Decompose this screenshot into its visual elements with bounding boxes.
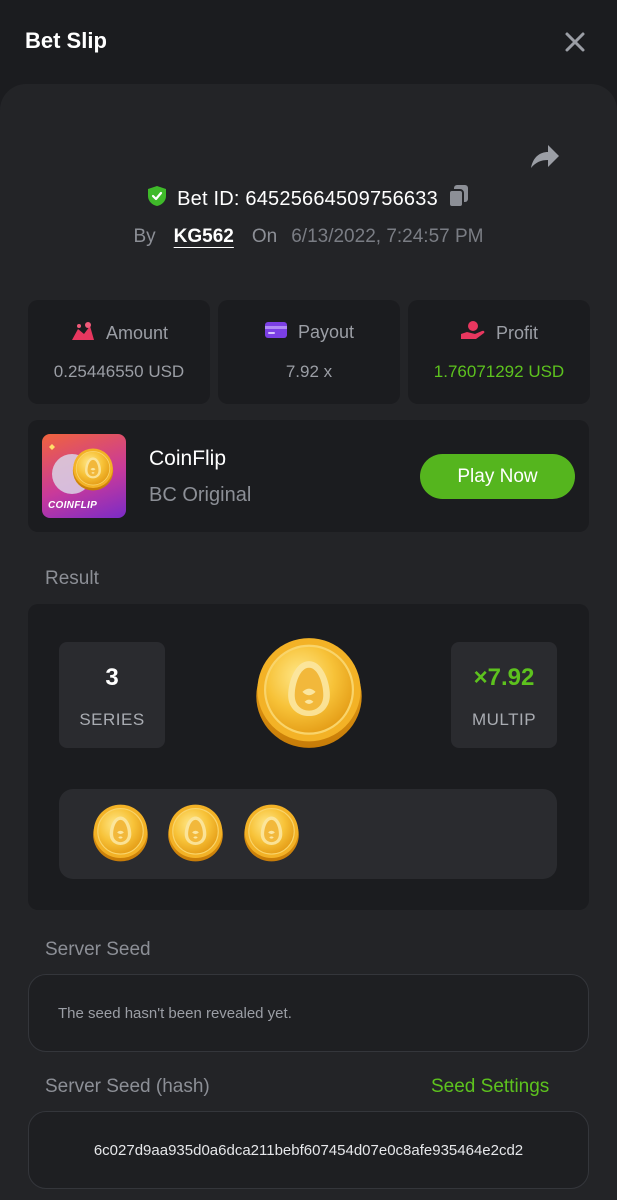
- user-link[interactable]: KG562: [174, 226, 234, 248]
- result-coin-icon: [254, 637, 364, 749]
- server-seed-field: The seed hasn't been revealed yet.: [28, 974, 589, 1052]
- bet-id-label: Bet ID: 64525664509756633: [177, 187, 438, 210]
- profit-value: 1.76071292 USD: [433, 362, 565, 381]
- profit-card: Profit 1.76071292 USD: [408, 300, 590, 404]
- shield-check-icon: [147, 185, 167, 213]
- history-coin-icon: [92, 804, 149, 862]
- page-title: Bet Slip: [25, 28, 107, 53]
- multiplier-value: ×7.92: [473, 664, 535, 691]
- payout-card-icon: [264, 320, 288, 345]
- bet-date: 6/13/2022, 7:24:57 PM: [291, 226, 484, 247]
- payout-card: Payout 7.92 x: [218, 300, 400, 404]
- game-card[interactable]: COINFLIP CoinFlip BC Original Play Now: [28, 420, 589, 532]
- copy-icon[interactable]: [447, 184, 470, 214]
- share-icon[interactable]: [527, 140, 561, 174]
- server-seed-hash-label: Server Seed (hash): [45, 1076, 210, 1097]
- bet-meta-row: By KG562 On 6/13/2022, 7:24:57 PM: [0, 222, 617, 252]
- result-label: Result: [45, 568, 99, 589]
- history-coin-icon: [167, 804, 224, 862]
- game-provider: BC Original: [149, 484, 252, 506]
- game-name: CoinFlip: [149, 447, 227, 470]
- multiplier-label: MULTIP: [471, 710, 537, 729]
- top-bar: Bet Slip: [0, 0, 617, 84]
- profit-label: Profit: [495, 323, 538, 343]
- payout-value: 7.92 x: [285, 362, 333, 381]
- payout-label: Payout: [297, 322, 355, 342]
- game-thumbnail-text: COINFLIP: [48, 500, 98, 511]
- amount-label: Amount: [105, 323, 169, 343]
- flip-history: [59, 789, 557, 879]
- series-label: SERIES: [79, 710, 145, 729]
- amount-card: Amount 0.25446550 USD: [28, 300, 210, 404]
- seed-settings-link[interactable]: Seed Settings: [431, 1076, 549, 1098]
- history-coin-icon: [243, 804, 300, 862]
- series-value: 3: [105, 664, 119, 691]
- play-now-button[interactable]: Play Now: [420, 454, 575, 499]
- game-thumbnail[interactable]: COINFLIP: [42, 434, 126, 518]
- amount-icon: [70, 320, 96, 347]
- server-seed-label: Server Seed: [45, 939, 151, 960]
- on-label: On: [251, 226, 278, 247]
- close-icon[interactable]: [560, 27, 590, 57]
- amount-value: 0.25446550 USD: [53, 362, 185, 381]
- result-panel: 3 SERIES ×7.92 MULTIP: [28, 604, 589, 910]
- series-card: 3 SERIES: [59, 642, 165, 748]
- server-seed-hash-field[interactable]: 6c027d9aa935d0a6dca211bebf607454d07e0c8a…: [28, 1111, 589, 1189]
- bet-id-row: Bet ID: 64525664509756633: [0, 184, 617, 214]
- by-label: By: [133, 226, 156, 247]
- profit-hand-icon: [460, 320, 486, 347]
- multiplier-card: ×7.92 MULTIP: [451, 642, 557, 748]
